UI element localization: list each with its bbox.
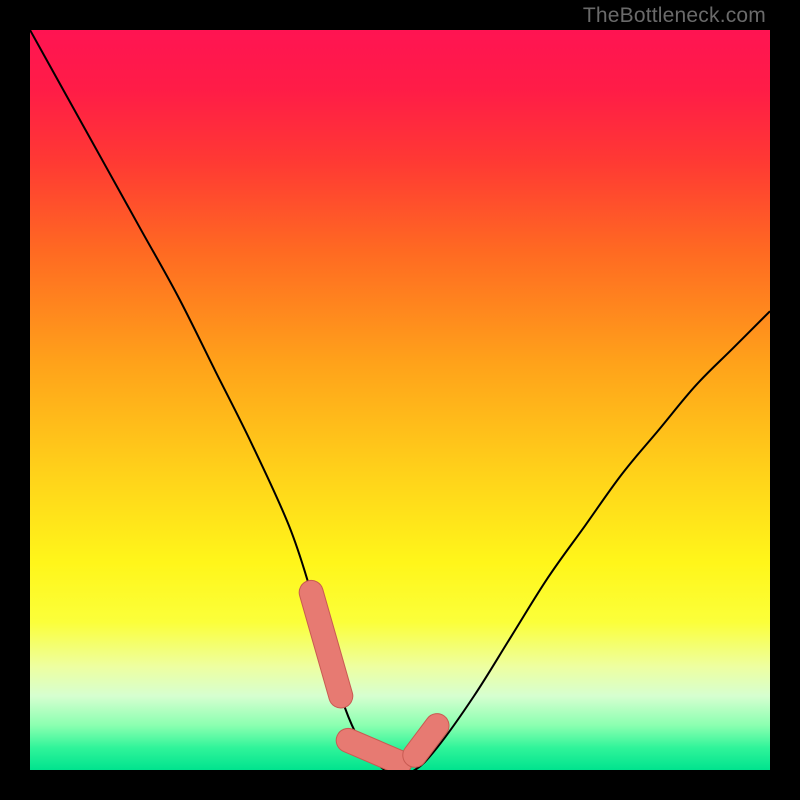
marker-group (296, 578, 453, 770)
curve-layer (30, 30, 770, 770)
bottleneck-curve (30, 30, 770, 770)
watermark-text: TheBottleneck.com (583, 4, 766, 28)
marker-pill (296, 578, 355, 711)
marker-pill (332, 725, 415, 770)
chart-frame: TheBottleneck.com (0, 0, 800, 800)
plot-area (30, 30, 770, 770)
marker-pill (398, 709, 454, 770)
